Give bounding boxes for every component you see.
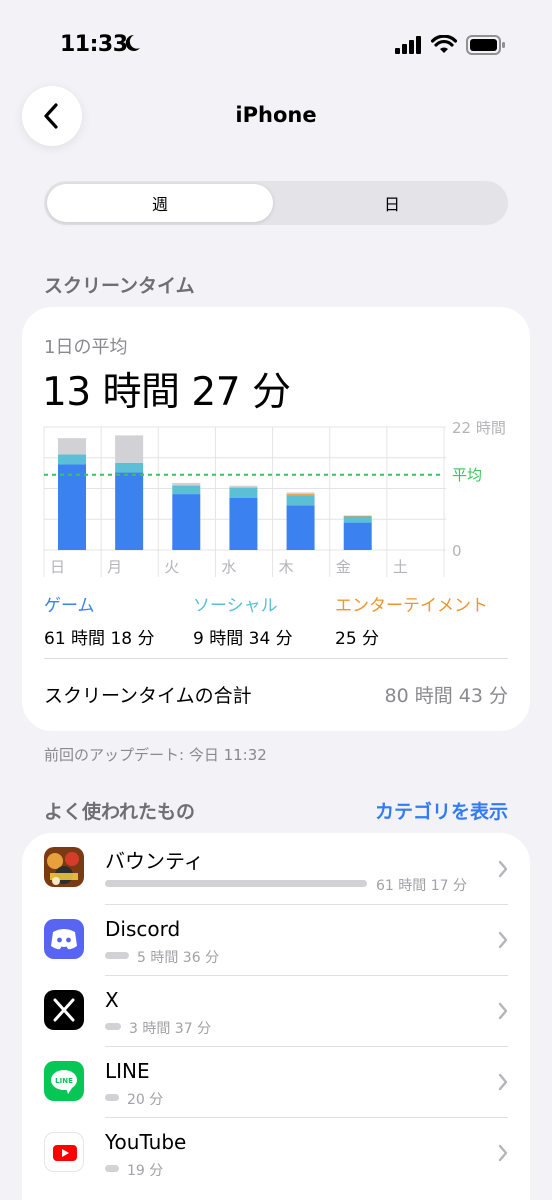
bar-segment — [58, 438, 86, 455]
daily-average-label: 1日の平均 — [44, 337, 128, 358]
x-tick-label: 金 — [336, 558, 351, 576]
daily-average-value: 13 時間 27 分 — [42, 370, 291, 415]
chevron-right-icon — [498, 860, 508, 878]
screen-time-chart[interactable]: 日 月 火 水 木 金 土 平均 22 時間 0 — [42, 417, 512, 587]
status-time: 11:33 — [60, 32, 128, 57]
status-bar: 11:33 — [0, 0, 552, 90]
bar-segment — [229, 487, 258, 499]
bar-segment — [286, 494, 315, 496]
legend-social-label: ソーシャル — [193, 596, 278, 616]
x-tick-label: 火 — [164, 558, 179, 576]
usage-time: 3 時間 37 分 — [129, 1021, 212, 1037]
usage-bar — [105, 1165, 119, 1172]
usage-time: 19 分 — [127, 1163, 164, 1179]
x-tick-label: 水 — [221, 558, 236, 576]
bar-segment — [58, 464, 86, 550]
page-title: iPhone — [235, 103, 317, 127]
bar-segment — [172, 485, 201, 495]
battery-icon — [466, 35, 505, 55]
svg-text:LINE: LINE — [55, 1077, 73, 1085]
bar-segment — [229, 487, 258, 488]
bar-segment — [286, 505, 315, 550]
divider — [44, 658, 508, 659]
chevron-right-icon — [498, 1144, 508, 1162]
app-row-discord[interactable]: Discord 5 時間 36 分 — [22, 904, 530, 975]
usage-time: 5 時間 36 分 — [137, 950, 220, 966]
cellular-signal-icon — [395, 36, 421, 54]
line-app-icon: LINE — [44, 1061, 84, 1101]
discord-app-icon — [44, 919, 84, 959]
bar-segment — [229, 498, 258, 550]
segment-week[interactable]: 週 — [47, 184, 273, 222]
app-name: X — [105, 988, 119, 1012]
last-updated: 前回のアップデート: 今日 11:32 — [44, 746, 267, 764]
legend-game-value: 61 時間 18 分 — [44, 629, 155, 649]
bar-segment — [115, 462, 144, 473]
x-tick-label: 木 — [279, 558, 294, 576]
bar-segment — [229, 485, 258, 488]
bar-segment — [343, 516, 372, 523]
bar-segment — [58, 454, 86, 465]
total-label: スクリーンタイムの合計 — [44, 685, 252, 707]
moon-icon — [125, 34, 140, 51]
x-tick-label: 月 — [107, 558, 122, 576]
legend-entertainment-label: エンターテイメント — [335, 596, 488, 616]
legend-entertainment-value: 25 分 — [335, 629, 380, 649]
bounty-app-icon — [44, 847, 84, 887]
segment-day[interactable]: 日 — [279, 184, 505, 222]
app-row-line[interactable]: LINE LINE 20 分 — [22, 1046, 530, 1117]
bar-segment — [115, 472, 144, 550]
chevron-right-icon — [498, 1073, 508, 1091]
bar-segment — [343, 522, 372, 550]
bar-segment — [286, 495, 315, 506]
bar-segment — [343, 515, 372, 516]
bar-segment — [115, 435, 144, 463]
usage-bar — [105, 952, 129, 959]
x-tick-label: 土 — [393, 558, 408, 576]
bar-segment — [172, 494, 201, 550]
app-row-x[interactable]: X 3 時間 37 分 — [22, 975, 530, 1046]
screen-time-card: 1日の平均 13 時間 27 分 日 月 火 水 木 金 土 平均 22 時間 0 ゲーム 61 … — [22, 307, 530, 731]
show-categories-link[interactable]: カテゴリを表示 — [375, 797, 508, 824]
chevron-right-icon — [498, 931, 508, 949]
legend-social: ソーシャル 9 時間 34 分 — [193, 591, 293, 649]
legend-game-label: ゲーム — [44, 596, 95, 616]
period-segmented-control: 週 日 — [44, 181, 508, 225]
app-row-youtube[interactable]: YouTube 19 分 — [22, 1117, 530, 1188]
legend-entertainment: エンターテイメント 25 分 — [335, 591, 488, 649]
usage-bar — [105, 1094, 119, 1101]
legend-game: ゲーム 61 時間 18 分 — [44, 591, 154, 649]
average-label: 平均 — [452, 466, 482, 484]
usage-bar — [105, 880, 367, 887]
legend-social-value: 9 時間 34 分 — [193, 629, 293, 649]
app-row-bounty[interactable]: バウンティ 61 時間 17 分 — [22, 833, 530, 904]
x-tick-label: 日 — [50, 558, 65, 576]
app-name: YouTube — [105, 1130, 187, 1154]
chevron-right-icon — [498, 1002, 508, 1020]
bar-segment — [286, 492, 315, 495]
total-value: 80 時間 43 分 — [384, 685, 508, 707]
most-used-card: バウンティ 61 時間 17 分 Discord 5 時間 36 分 X 3 時… — [22, 833, 530, 1200]
wifi-icon — [431, 35, 457, 53]
x-app-icon — [44, 990, 84, 1030]
usage-time: 61 時間 17 分 — [376, 878, 467, 894]
most-used-header: よく使われたもの — [44, 801, 196, 823]
app-name: LINE — [105, 1059, 150, 1083]
usage-time: 20 分 — [127, 1092, 164, 1108]
screen-time-header: スクリーンタイム — [44, 275, 195, 297]
y-max-label: 22 時間 — [452, 419, 506, 437]
bar-segment — [172, 482, 201, 486]
usage-bar — [105, 1023, 121, 1030]
y-min-label: 0 — [452, 542, 462, 560]
youtube-app-icon — [44, 1132, 84, 1172]
app-name: Discord — [105, 917, 181, 941]
app-name: バウンティ — [105, 849, 204, 873]
bar-segment — [343, 515, 372, 517]
bar-segment — [172, 485, 201, 486]
